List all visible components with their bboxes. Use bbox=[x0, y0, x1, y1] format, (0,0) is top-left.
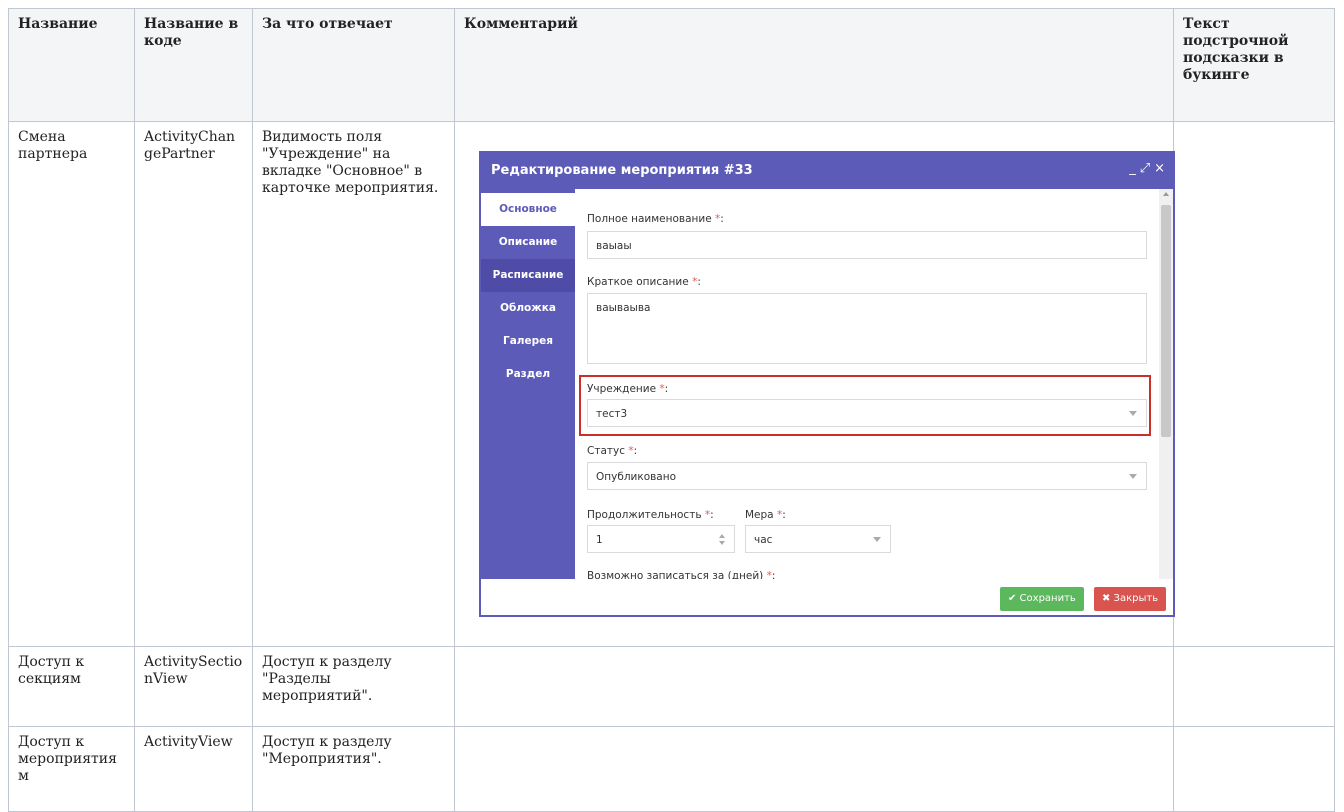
days-label: Возможно записаться за (дней) *: bbox=[587, 570, 776, 579]
close-icon[interactable]: × bbox=[1154, 161, 1165, 176]
status-select[interactable]: Опубликовано bbox=[587, 462, 1147, 490]
cell-code: ActivitySectionView bbox=[134, 646, 253, 727]
measure-label: Мера *: bbox=[745, 509, 786, 521]
dialog-controls: _ ⤢ × bbox=[1129, 161, 1165, 176]
cell-purpose: Видимость поля "Учреждение" на вкладке "… bbox=[252, 121, 455, 647]
chevron-down-icon bbox=[1129, 474, 1137, 479]
stepper-down-icon[interactable] bbox=[719, 541, 725, 545]
header-purpose: За что отвечает bbox=[252, 8, 455, 122]
duration-stepper[interactable]: 1 bbox=[587, 525, 735, 553]
tab-description[interactable]: Описание bbox=[481, 226, 575, 259]
dialog-header: Редактирование мероприятия #33 _ ⤢ × bbox=[481, 153, 1173, 189]
tab-main[interactable]: Основное bbox=[481, 193, 575, 226]
minimize-icon[interactable]: _ bbox=[1129, 161, 1136, 176]
institution-highlight-box bbox=[579, 375, 1151, 436]
save-button[interactable]: ✔ Сохранить bbox=[1000, 587, 1084, 611]
cell-hint bbox=[1173, 646, 1335, 727]
scrollbar-thumb[interactable] bbox=[1161, 205, 1171, 437]
cell-purpose: Доступ к разделу "Мероприятия". bbox=[252, 726, 455, 812]
short-desc-textarea[interactable]: ваываыва bbox=[587, 293, 1147, 364]
status-label: Статус *: bbox=[587, 445, 638, 457]
full-name-field[interactable]: ваыаы bbox=[587, 231, 1147, 259]
tab-section[interactable]: Раздел bbox=[481, 358, 575, 391]
cell-code: ActivityChangePartner bbox=[134, 121, 253, 647]
cell-comment bbox=[454, 726, 1174, 812]
cell-hint bbox=[1173, 121, 1335, 647]
cell-hint bbox=[1173, 726, 1335, 812]
stepper-up-icon[interactable] bbox=[719, 534, 725, 538]
cell-purpose: Доступ к разделу "Разделы мероприятий". bbox=[252, 646, 455, 727]
scrollbar[interactable] bbox=[1159, 189, 1173, 579]
cell-name: Доступ к мероприятиям bbox=[8, 726, 135, 812]
header-comment: Комментарий bbox=[454, 8, 1174, 122]
edit-event-dialog: Редактирование мероприятия #33 _ ⤢ × Осн… bbox=[479, 151, 1175, 617]
scroll-up-icon[interactable] bbox=[1163, 192, 1169, 196]
chevron-down-icon bbox=[873, 537, 881, 542]
header-name: Название bbox=[8, 8, 135, 122]
table-row: Доступ к секциям ActivitySectionView Дос… bbox=[8, 646, 1335, 727]
tab-gallery[interactable]: Галерея bbox=[481, 325, 575, 358]
duration-label: Продолжительность *: bbox=[587, 509, 714, 521]
cell-name: Доступ к секциям bbox=[8, 646, 135, 727]
maximize-icon[interactable]: ⤢ bbox=[1140, 161, 1150, 176]
cell-code: ActivityView bbox=[134, 726, 253, 812]
header-code: Название в коде bbox=[134, 8, 253, 122]
tab-schedule[interactable]: Расписание bbox=[481, 259, 575, 292]
measure-select[interactable]: час bbox=[745, 525, 891, 553]
full-name-label: Полное наименование *: bbox=[587, 213, 724, 225]
header-row: Название Название в коде За что отвечает… bbox=[8, 8, 1335, 122]
header-hint: Текст подстрочной подсказки в букинге bbox=[1173, 8, 1335, 122]
close-button[interactable]: ✖ Закрыть bbox=[1094, 587, 1167, 611]
cell-name: Смена партнера bbox=[8, 121, 135, 647]
table-row: Доступ к мероприятиям ActivityView Досту… bbox=[8, 726, 1335, 812]
dialog-tab-bar: Основное Описание Расписание Обложка Гал… bbox=[481, 189, 575, 579]
tab-cover[interactable]: Обложка bbox=[481, 292, 575, 325]
dialog-title: Редактирование мероприятия #33 bbox=[491, 163, 753, 178]
short-desc-label: Краткое описание *: bbox=[587, 276, 701, 288]
cell-comment bbox=[454, 646, 1174, 727]
